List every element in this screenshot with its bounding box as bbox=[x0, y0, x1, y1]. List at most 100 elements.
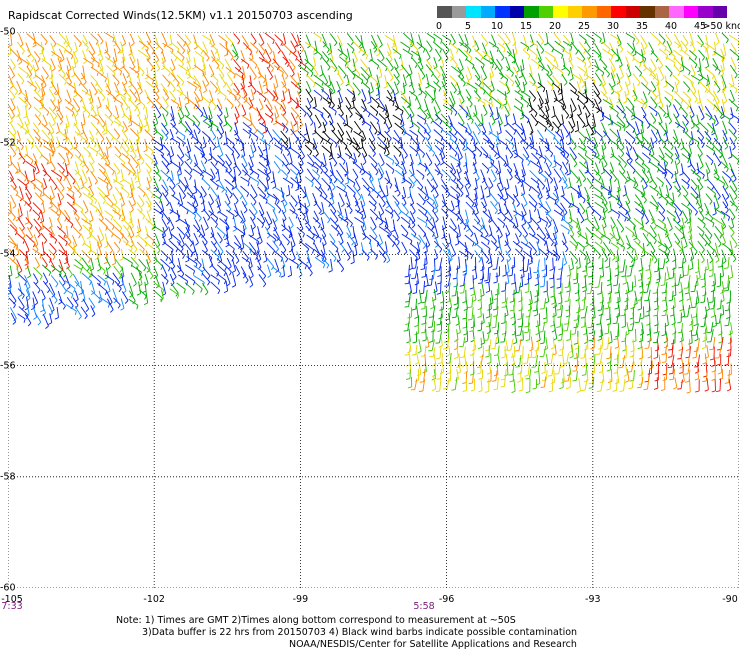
wind-barb-tick bbox=[18, 61, 22, 65]
wind-barb-tick bbox=[95, 130, 99, 135]
wind-barb-tick bbox=[414, 64, 418, 68]
wind-barb-tick bbox=[489, 185, 494, 189]
wind-barb-tick bbox=[287, 100, 292, 104]
wind-barb-tick bbox=[735, 207, 739, 212]
wind-barb-tick bbox=[611, 84, 616, 88]
wind-barb bbox=[377, 131, 387, 140]
wind-barb-tick bbox=[32, 44, 37, 48]
wind-barb bbox=[722, 43, 727, 56]
wind-barb-tick bbox=[94, 143, 97, 148]
wind-barb bbox=[544, 50, 556, 59]
wind-barb bbox=[505, 138, 515, 146]
wind-barb bbox=[202, 216, 209, 228]
wind-barb-tick bbox=[37, 58, 41, 63]
wind-barb bbox=[498, 209, 507, 219]
wind-barb bbox=[633, 98, 644, 105]
wind-barb-tick bbox=[80, 186, 85, 190]
wind-barb-tick bbox=[189, 175, 192, 180]
wind-barb bbox=[289, 202, 296, 211]
wind-barb bbox=[384, 121, 390, 131]
wind-barb-tick bbox=[287, 241, 290, 246]
wind-barb bbox=[426, 219, 435, 228]
wind-barb-tick bbox=[136, 102, 141, 106]
wind-barb-tick bbox=[171, 68, 176, 72]
wind-barb-tick bbox=[437, 74, 441, 78]
wind-barb-tick bbox=[596, 109, 601, 114]
wind-barb-tick bbox=[518, 75, 523, 79]
wind-barb bbox=[90, 170, 98, 182]
wind-barb-tick bbox=[378, 190, 382, 194]
wind-barb bbox=[122, 73, 128, 83]
wind-barb bbox=[593, 32, 602, 40]
wind-barb bbox=[608, 58, 616, 70]
wind-barb bbox=[265, 81, 269, 92]
wind-barb-tick bbox=[454, 112, 458, 116]
wind-barb bbox=[184, 218, 190, 231]
wind-barb bbox=[346, 241, 353, 252]
wind-barb-tick bbox=[570, 205, 575, 208]
legend-label: 25 bbox=[577, 21, 591, 32]
wind-barb bbox=[408, 64, 413, 74]
wind-barb-tick bbox=[300, 163, 304, 167]
wind-barb bbox=[336, 122, 345, 134]
legend-swatch bbox=[582, 6, 597, 18]
wind-barb bbox=[416, 202, 428, 212]
wind-barb bbox=[74, 41, 78, 52]
wind-barb bbox=[658, 121, 667, 133]
wind-barb bbox=[122, 65, 130, 75]
wind-barb-tick bbox=[269, 76, 273, 81]
wind-barb-tick bbox=[631, 248, 635, 253]
wind-barb-tick bbox=[385, 110, 388, 115]
wind-barb-tick bbox=[175, 182, 180, 186]
wind-barb bbox=[232, 153, 237, 167]
wind-barb bbox=[89, 146, 98, 153]
wind-barb bbox=[640, 227, 649, 234]
wind-barb bbox=[554, 40, 565, 49]
wind-barb bbox=[234, 162, 242, 173]
wind-barb-tick bbox=[399, 68, 404, 71]
wind-barb bbox=[162, 144, 170, 153]
wind-barb-tick bbox=[210, 201, 214, 206]
wind-barb bbox=[16, 194, 27, 203]
wind-barb bbox=[440, 56, 445, 67]
wind-barb bbox=[275, 42, 281, 51]
wind-barb bbox=[242, 128, 251, 136]
wind-barb bbox=[96, 128, 105, 140]
wind-barb-tick bbox=[641, 214, 645, 219]
wind-barb bbox=[274, 34, 283, 43]
wind-barb bbox=[217, 232, 223, 241]
legend-label: 0 bbox=[435, 21, 443, 32]
wind-barb bbox=[635, 152, 645, 162]
wind-barb-tick bbox=[136, 158, 141, 161]
wind-barb bbox=[345, 96, 352, 107]
wind-barb-tick bbox=[432, 152, 436, 157]
wind-barb bbox=[378, 185, 386, 196]
wind-barb-tick bbox=[500, 106, 504, 110]
wind-barb-tick bbox=[374, 163, 378, 168]
wind-barb bbox=[266, 42, 273, 52]
wind-barb-tick bbox=[83, 180, 88, 185]
wind-barb bbox=[569, 217, 579, 225]
wind-barb bbox=[632, 186, 644, 194]
wind-barb-tick bbox=[487, 240, 490, 245]
wind-barb-tick bbox=[726, 168, 729, 173]
wind-barb bbox=[137, 58, 140, 72]
wind-barb bbox=[568, 177, 572, 187]
wind-barb bbox=[16, 41, 25, 52]
wind-barb-tick bbox=[312, 132, 317, 135]
wind-barb-tick bbox=[528, 187, 532, 192]
wind-barb-tick bbox=[288, 51, 292, 56]
wind-barb-tick bbox=[424, 116, 428, 120]
wind-barb bbox=[659, 41, 667, 48]
wind-barb bbox=[272, 209, 278, 220]
wind-barb bbox=[562, 218, 573, 228]
wind-barb-tick bbox=[430, 119, 434, 124]
wind-barb bbox=[706, 48, 710, 59]
wind-barb bbox=[353, 130, 364, 139]
wind-barb bbox=[464, 50, 473, 59]
wind-barb-tick bbox=[353, 182, 356, 187]
wind-barb-tick bbox=[358, 196, 362, 201]
legend-swatch bbox=[712, 6, 727, 18]
wind-barb bbox=[568, 58, 574, 68]
wind-barb-tick bbox=[679, 173, 684, 176]
